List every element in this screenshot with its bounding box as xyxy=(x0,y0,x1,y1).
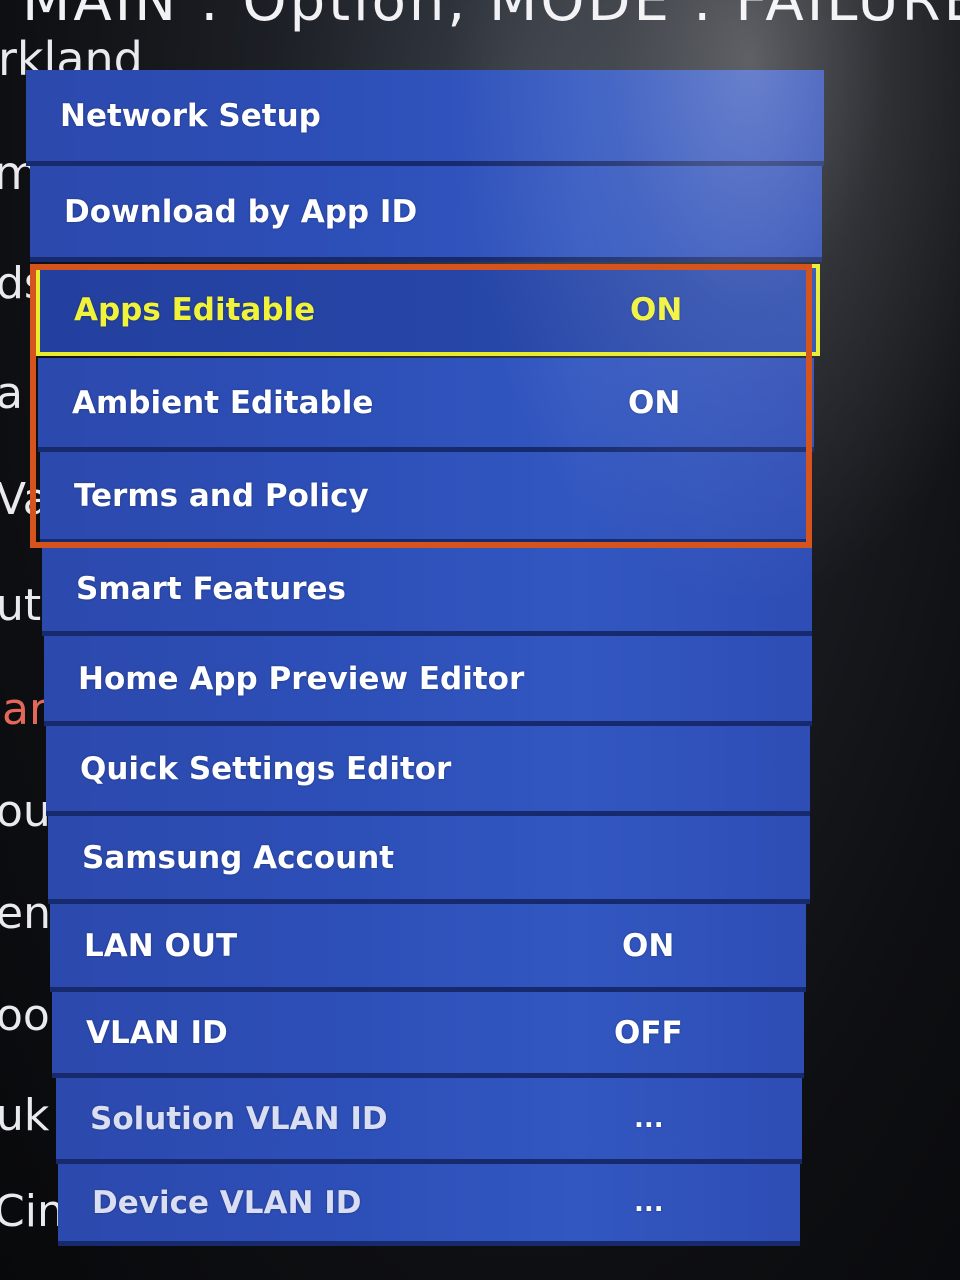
menu-item-ambient-editable[interactable]: Ambient Editable ON xyxy=(38,358,814,452)
menu-item-value: ON xyxy=(628,384,681,421)
menu-item-label: Ambient Editable xyxy=(72,384,374,421)
menu-item-label: Terms and Policy xyxy=(74,477,369,514)
menu-item-value: OFF xyxy=(614,1014,683,1051)
menu-item-label: Apps Editable xyxy=(74,292,316,328)
options-menu: Network Setup Download by App ID Apps Ed… xyxy=(0,0,960,1280)
menu-item-terms-and-policy[interactable]: Terms and Policy xyxy=(40,452,812,544)
menu-item-vlan-id[interactable]: VLAN ID OFF xyxy=(52,992,804,1078)
menu-item-value: ON xyxy=(622,927,675,964)
menu-item-download-by-app-id[interactable]: Download by App ID xyxy=(30,166,822,262)
menu-item-network-setup[interactable]: Network Setup xyxy=(26,70,824,166)
menu-item-samsung-account[interactable]: Samsung Account xyxy=(48,816,810,904)
menu-item-solution-vlan-id[interactable]: Solution VLAN ID ... xyxy=(56,1078,802,1164)
menu-item-label: Device VLAN ID xyxy=(92,1184,362,1221)
menu-item-apps-editable[interactable]: Apps Editable ON xyxy=(36,264,820,356)
menu-item-value: ... xyxy=(634,1103,664,1134)
menu-item-label: Home App Preview Editor xyxy=(78,660,525,697)
menu-item-value: ON xyxy=(630,292,683,328)
menu-item-home-app-preview-editor[interactable]: Home App Preview Editor xyxy=(44,636,812,726)
menu-item-label: Solution VLAN ID xyxy=(90,1100,388,1137)
menu-item-label: Smart Features xyxy=(76,570,346,607)
menu-item-label: Download by App ID xyxy=(64,193,418,230)
menu-item-device-vlan-id[interactable]: Device VLAN ID ... xyxy=(58,1164,800,1246)
menu-item-label: LAN OUT xyxy=(84,927,238,964)
menu-item-lan-out[interactable]: LAN OUT ON xyxy=(50,904,806,992)
menu-item-label: Network Setup xyxy=(60,97,321,134)
menu-item-label: VLAN ID xyxy=(86,1014,228,1051)
menu-item-smart-features[interactable]: Smart Features xyxy=(42,546,812,636)
menu-item-label: Samsung Account xyxy=(82,839,395,876)
menu-item-value: ... xyxy=(634,1187,664,1218)
menu-item-label: Quick Settings Editor xyxy=(80,750,452,787)
menu-item-quick-settings-editor[interactable]: Quick Settings Editor xyxy=(46,726,810,816)
